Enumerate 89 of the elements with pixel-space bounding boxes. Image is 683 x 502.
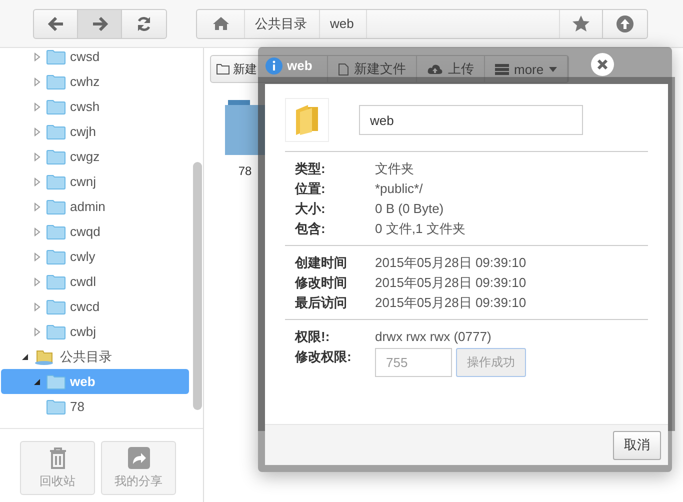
list-icon (495, 64, 509, 74)
folder-icon (46, 324, 66, 340)
collapsed-arrow-icon[interactable] (32, 202, 42, 212)
collapsed-arrow-icon[interactable] (32, 326, 42, 336)
toolbar-button[interactable]: more (485, 56, 568, 82)
folder-icon (46, 398, 66, 414)
tree-item[interactable]: cwqd (1, 219, 189, 244)
forward-button[interactable] (78, 10, 122, 38)
caret-icon (548, 66, 557, 72)
property-label: 创建时间 (295, 254, 348, 271)
expanded-arrow-icon[interactable] (32, 376, 42, 386)
back-arrow-icon (48, 16, 64, 30)
home-icon (212, 16, 230, 31)
tree-item[interactable]: cwsh (1, 94, 189, 119)
tree-item[interactable]: cwly (1, 244, 189, 269)
property-label: 修改权限: (295, 348, 352, 365)
tree-item[interactable]: cwhz (1, 69, 189, 94)
collapsed-arrow-icon[interactable] (32, 102, 42, 112)
name-field[interactable]: web (359, 105, 583, 135)
dialog-title: web (287, 58, 312, 73)
property-value: 文件夹 (375, 160, 415, 177)
collapsed-arrow-icon[interactable] (32, 76, 42, 86)
collapsed-arrow-icon[interactable] (32, 152, 42, 162)
tree-item[interactable]: 78 (1, 394, 189, 419)
close-button[interactable] (591, 53, 614, 76)
property-label: 大小: (295, 200, 326, 217)
folder-icon (46, 148, 66, 164)
toolbar-button[interactable]: 新建文件 (328, 56, 417, 82)
property-value: 2015年05月28日 09:39:10 (375, 274, 528, 291)
scrollbar-thumb[interactable] (193, 162, 202, 410)
refresh-icon (136, 16, 152, 32)
property-label: 权限!: (295, 328, 331, 345)
file-item[interactable]: 78 (220, 100, 270, 178)
property-value: 2015年05月28日 09:39:10 (375, 254, 528, 271)
tree-item[interactable]: cwbj (1, 319, 189, 344)
collapsed-arrow-icon[interactable] (32, 176, 42, 186)
property-label: 修改时间 (295, 274, 348, 291)
folder-icon (46, 374, 66, 390)
folder-icon (46, 274, 66, 290)
folder-icon (294, 104, 320, 136)
tree-item[interactable]: cwgz (1, 144, 189, 169)
toolbar-button[interactable]: 上传 (417, 56, 485, 82)
folder-outline-icon (216, 63, 230, 75)
property-value: 0 B (0 Byte) (375, 200, 445, 217)
property-value: 2015年05月28日 09:39:10 (375, 294, 528, 311)
cancel-button[interactable]: 取消 (613, 430, 661, 460)
collapsed-arrow-icon[interactable] (32, 276, 42, 286)
collapsed-arrow-icon[interactable] (32, 226, 42, 236)
favorite-button[interactable] (559, 10, 603, 38)
folder-icon (46, 124, 66, 140)
tree-item[interactable]: admin (1, 194, 189, 219)
folder-icon (46, 248, 66, 264)
expanded-arrow-icon[interactable] (20, 352, 30, 362)
collapsed-arrow-icon[interactable] (32, 302, 42, 312)
info-icon (265, 56, 283, 74)
up-arrow-circle-icon (616, 14, 634, 32)
tree-item[interactable]: cwnj (1, 169, 189, 194)
collapsed-arrow-icon[interactable] (32, 126, 42, 136)
folder-icon (46, 224, 66, 240)
star-icon (572, 15, 590, 32)
tree-item[interactable]: 公共目录 (1, 344, 189, 369)
tree-item[interactable]: cwcd (1, 294, 189, 319)
cloud-upload-icon (427, 63, 443, 75)
collapsed-arrow-icon[interactable] (32, 52, 42, 62)
tree-item[interactable]: cwsd (1, 48, 189, 69)
property-label: 类型: (295, 160, 326, 177)
shared-folder-icon (34, 348, 56, 364)
tree-item[interactable]: cwjh (1, 119, 189, 144)
property-label: 包含: (295, 220, 326, 237)
folder-icon (46, 174, 66, 190)
folder-icon (46, 298, 66, 314)
close-icon (597, 59, 608, 70)
breadcrumb-item[interactable]: 公共目录 (245, 10, 320, 38)
document-icon (338, 62, 349, 76)
property-label: 位置: (295, 180, 326, 197)
tree-item[interactable]: cwdl (1, 269, 189, 294)
property-label: 最后访问 (295, 294, 348, 311)
folder-icon (225, 100, 265, 156)
property-value: 0 文件,1 文件夹 (375, 220, 466, 237)
folder-icon (46, 198, 66, 214)
breadcrumb-item[interactable]: web (320, 10, 367, 38)
forward-arrow-icon (92, 16, 108, 30)
collapsed-arrow-icon[interactable] (32, 252, 42, 262)
folder-icon (46, 48, 66, 64)
folder-icon (46, 98, 66, 114)
folder-icon (46, 74, 66, 90)
property-value: *public*/ (375, 180, 424, 197)
property-value: drwx rwx rwx (0777) (375, 328, 492, 345)
trash-icon (48, 446, 66, 468)
